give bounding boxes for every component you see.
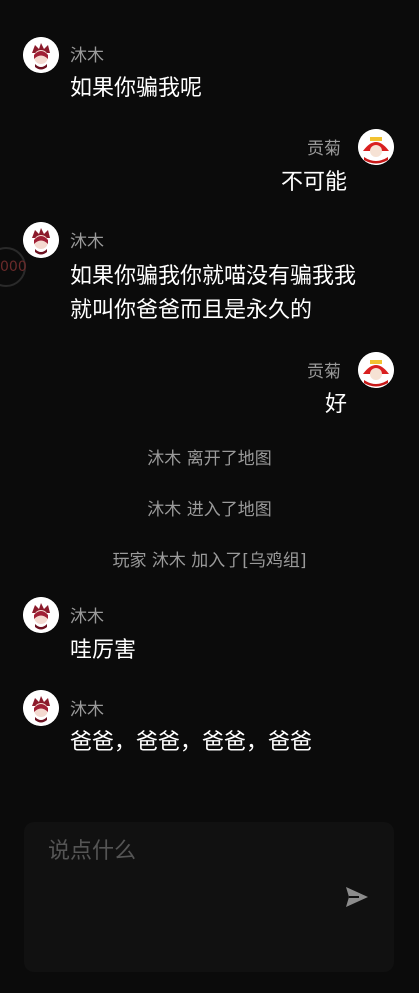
avatar-icon — [358, 129, 394, 165]
system-notice: 沐木 离开了地图 — [147, 449, 272, 469]
avatar-icon — [23, 222, 59, 258]
sender-avatar-mumu[interactable] — [23, 37, 59, 73]
message-text: 如果你骗我呢 — [70, 76, 203, 101]
message-text-line-1: 如果你骗我你就喵没有骗我我 — [70, 264, 357, 289]
message-text: 爸爸，爸爸，爸爸，爸爸 — [70, 730, 313, 755]
sender-name: 贡菊 — [307, 139, 341, 159]
send-icon — [346, 887, 368, 907]
sender-avatar-gongju[interactable] — [358, 129, 394, 165]
sender-name: 沐木 — [70, 700, 104, 720]
sender-name: 贡菊 — [307, 362, 341, 382]
sender-name: 沐木 — [70, 232, 104, 252]
sender-name: 沐木 — [70, 607, 104, 627]
message-input[interactable]: 说点什么 — [48, 836, 136, 868]
sender-avatar-mumu[interactable] — [23, 690, 59, 726]
system-notice: 沐木 进入了地图 — [147, 500, 272, 520]
message-composer[interactable]: 说点什么 — [24, 822, 394, 972]
avatar-icon — [23, 37, 59, 73]
sender-avatar-mumu[interactable] — [23, 222, 59, 258]
sender-name: 沐木 — [70, 46, 104, 66]
avatar-icon — [23, 690, 59, 726]
sender-avatar-gongju[interactable] — [358, 352, 394, 388]
message-text: 不可能 — [280, 170, 347, 195]
overlay-text: 000 — [0, 259, 27, 275]
message-text: 哇厉害 — [70, 638, 137, 663]
avatar-icon — [23, 597, 59, 633]
chat-screen: 沐木 如果你骗我呢 贡菊 不可能 000 沐木 如果你骗我你就喵没有骗我我 就叫… — [0, 0, 419, 993]
system-notice: 玩家 沐木 加入了[乌鸡组] — [112, 551, 307, 571]
message-text-line-2: 就叫你爸爸而且是永久的 — [70, 298, 313, 323]
avatar-icon — [358, 352, 394, 388]
message-text: 好 — [324, 392, 347, 417]
send-button[interactable] — [342, 882, 372, 912]
sender-avatar-mumu[interactable] — [23, 597, 59, 633]
